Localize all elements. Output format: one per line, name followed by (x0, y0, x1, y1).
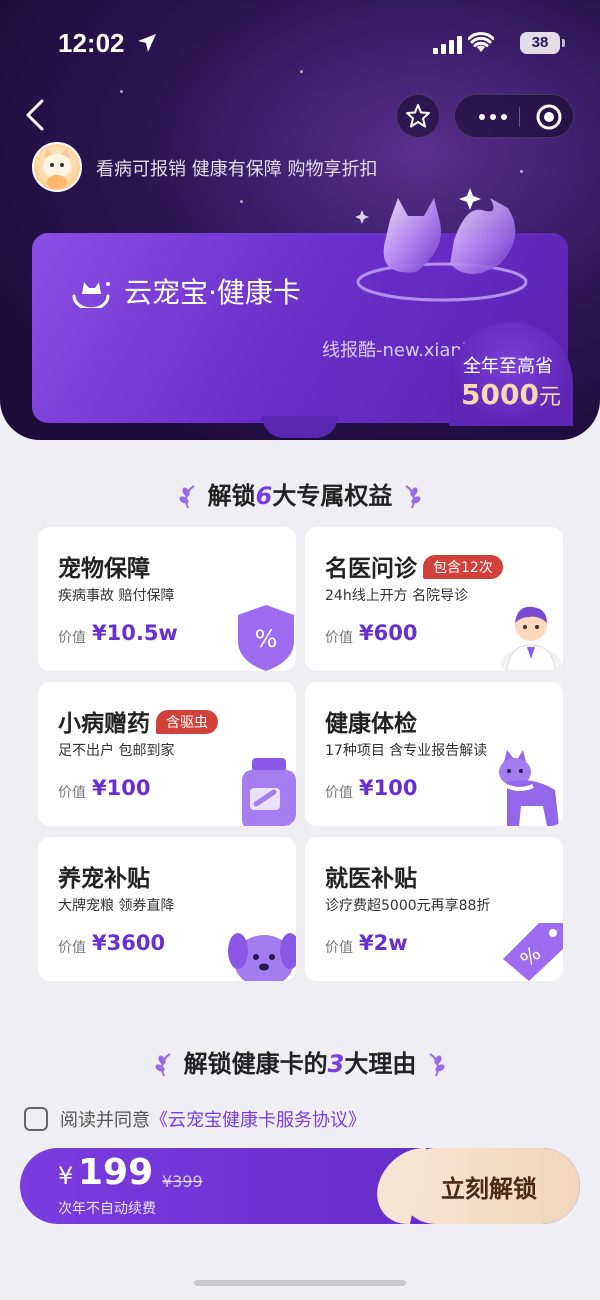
benefit-desc: 足不出户 包邮到家 (58, 743, 175, 759)
benefit-card-pet-subsidy[interactable]: 养宠补贴 大牌宠粮 领券直降 价值 ¥3600 (38, 837, 296, 981)
reasons-title-pre: 解锁健康卡的 (183, 1050, 328, 1078)
renewal-note: 次年不自动续费 (58, 1201, 156, 1217)
laurel-right-icon (429, 1053, 445, 1077)
savings-unit: 元 (538, 385, 561, 410)
capsule-divider (519, 107, 520, 127)
status-bar: 12:02 38 (58, 28, 565, 62)
laurel-right-icon (405, 485, 421, 509)
benefit-value-label: 价值 (58, 785, 86, 801)
benefit-desc: 疾病事故 赔付保障 (58, 588, 175, 604)
target-circle-icon (536, 104, 562, 130)
benefit-card-medical-subsidy[interactable]: 就医补贴 诊疗费超5000元再享88折 价值 ¥2w % (305, 837, 563, 981)
benefit-name-text: 名医问诊 (325, 556, 417, 582)
home-indicator[interactable] (194, 1280, 406, 1286)
benefit-card-pet-insurance[interactable]: 宠物保障 疾病事故 赔付保障 价值 ¥10.5w % (38, 527, 296, 671)
cat-moon-logo-icon (72, 282, 110, 308)
benefit-value-label: 价值 (325, 785, 353, 801)
discount-tag-icon: % (503, 923, 563, 981)
unlock-now-label: 立刻解锁 (441, 1174, 537, 1203)
purple-cat-icon (499, 750, 559, 826)
benefit-value: ¥600 (359, 621, 418, 645)
star-sparkle (520, 170, 523, 173)
benefit-value: ¥100 (92, 776, 151, 800)
shield-percent-icon: % (238, 605, 294, 671)
benefit-value-label: 价值 (325, 630, 353, 646)
star-sparkle (240, 200, 243, 203)
mini-program-capsule (454, 94, 574, 138)
benefit-card-free-medicine[interactable]: 小病赠药 含驱虫 足不出户 包邮到家 价值 ¥100 (38, 682, 296, 826)
benefit-desc: 24h线上开方 名院导诊 (325, 588, 469, 604)
savings-label: 全年至高省 (463, 356, 553, 377)
more-options-button[interactable] (469, 95, 517, 139)
unlock-now-button[interactable]: 立刻解锁 (398, 1148, 580, 1224)
laurel-left-icon (155, 1053, 171, 1077)
star-icon (406, 104, 430, 128)
card-brand-name: 云宠宝·健康卡 (124, 276, 301, 309)
benefit-desc: 17种项目 含专业报告解读 (325, 743, 488, 759)
purple-dog-icon (228, 933, 296, 981)
purchase-bar: ¥ 199 ¥399 次年不自动续费 立刻解锁 (20, 1148, 580, 1224)
header-slogan: 看病可报销 健康有保障 购物享折扣 (96, 159, 378, 180)
card-bottom-notch (262, 416, 338, 438)
star-sparkle (120, 90, 123, 93)
reasons-title-post: 大理由 (344, 1050, 417, 1078)
star-sparkle (300, 70, 303, 73)
benefit-name: 就医补贴 (325, 866, 417, 892)
favorite-button[interactable] (396, 94, 440, 138)
card-brand: 云宠宝·健康卡 (68, 271, 301, 311)
wifi-icon (468, 32, 494, 52)
battery-indicator: 38 (520, 32, 565, 54)
benefit-value-label: 价值 (58, 940, 86, 956)
service-agreement-link[interactable]: 《云宠宝健康卡服务协议》 (150, 1110, 366, 1131)
savings-amount: 5000元 (461, 378, 561, 411)
benefit-name: 健康体检 (325, 711, 417, 737)
benefit-name: 养宠补贴 (58, 866, 150, 892)
more-dots-icon (479, 114, 507, 120)
laurel-left-icon (179, 485, 195, 509)
savings-number: 5000 (461, 378, 539, 411)
price-value: 199 (78, 1152, 154, 1193)
benefits-title-pre: 解锁 (207, 482, 256, 510)
cat-avatar-icon (43, 148, 71, 189)
agreement-label: 阅读并同意 (60, 1110, 150, 1131)
benefit-value-label: 价值 (58, 630, 86, 646)
benefit-tag: 包含12次 (423, 555, 503, 579)
close-mini-program-button[interactable] (527, 95, 571, 139)
price-currency: ¥ (58, 1162, 74, 1190)
status-time: 12:02 (58, 28, 125, 58)
benefit-name: 名医问诊 包含12次 (325, 549, 503, 583)
benefit-desc: 诊疗费超5000元再享88折 (325, 898, 491, 914)
benefits-section-title: 解锁6大专属权益 (0, 476, 600, 511)
doctor-figure-icon (501, 606, 561, 671)
original-price: ¥399 (162, 1172, 203, 1191)
benefit-name: 宠物保障 (58, 556, 150, 582)
cellular-signal-icon (433, 34, 462, 54)
benefits-title-post: 大专属权益 (272, 482, 393, 510)
benefit-tag: 含驱虫 (156, 710, 218, 734)
location-arrow-icon (138, 34, 156, 52)
benefit-value: ¥100 (359, 776, 418, 800)
benefit-value-label: 价值 (325, 940, 353, 956)
agreement-text: 阅读并同意《云宠宝健康卡服务协议》 (60, 1106, 366, 1132)
benefit-value: ¥3600 (92, 931, 166, 955)
back-arrow-icon[interactable] (22, 98, 50, 132)
benefit-value: ¥10.5w (92, 621, 178, 645)
crystal-cat-illustration (355, 188, 528, 302)
benefit-name: 小病赠药 含驱虫 (58, 704, 218, 738)
benefit-card-health-checkup[interactable]: 健康体检 17种项目 含专业报告解读 价值 ¥100 (305, 682, 563, 826)
agreement-checkbox[interactable] (24, 1107, 48, 1131)
benefits-title-num: 6 (255, 482, 273, 510)
agreement-row: 阅读并同意《云宠宝健康卡服务协议》 (24, 1106, 366, 1132)
benefit-card-doctor-consult[interactable]: 名医问诊 包含12次 24h线上开方 名院导诊 价值 ¥600 (305, 527, 563, 671)
reasons-section-title: 解锁健康卡的3大理由 (0, 1044, 600, 1079)
user-avatar[interactable] (32, 142, 82, 192)
benefit-desc: 大牌宠粮 领券直降 (58, 898, 175, 914)
benefit-name-text: 小病赠药 (58, 711, 150, 737)
svg-text:%: % (255, 625, 278, 653)
benefit-value: ¥2w (359, 931, 408, 955)
reasons-title-num: 3 (327, 1050, 345, 1078)
medicine-bottle-icon (242, 758, 296, 826)
